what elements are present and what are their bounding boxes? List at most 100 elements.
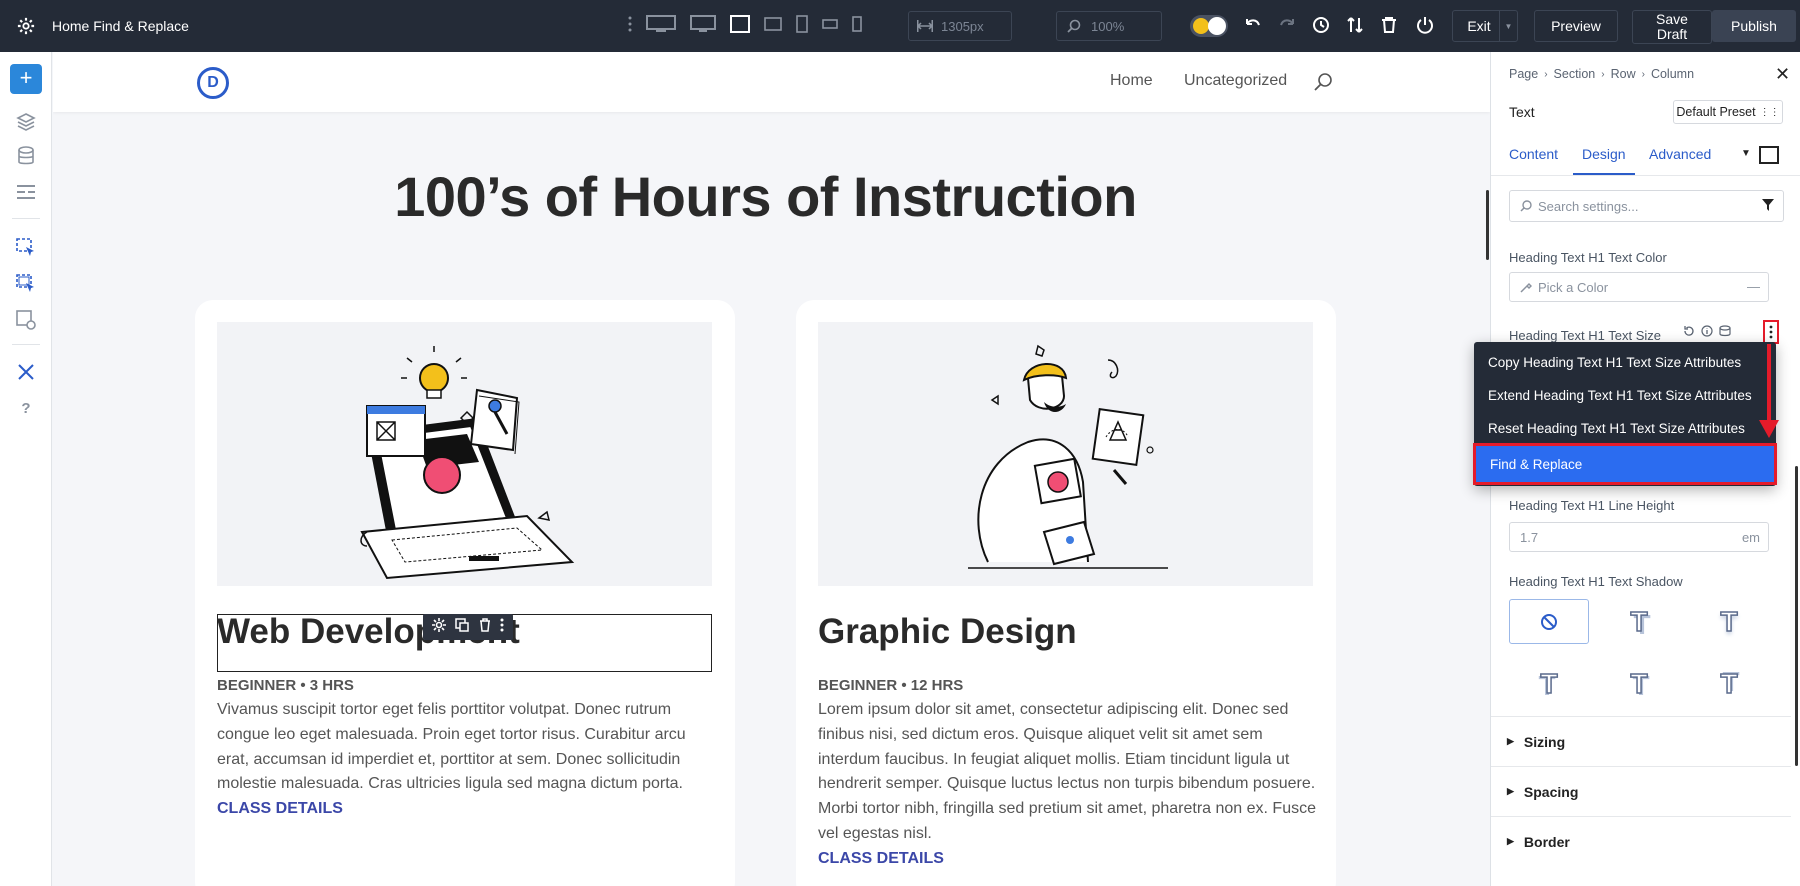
module-delete-icon[interactable]	[479, 617, 491, 637]
field-label: Heading Text H1 Text Color	[1509, 250, 1667, 265]
site-search-icon[interactable]	[1313, 72, 1333, 97]
field-label: Heading Text H1 Line Height	[1509, 498, 1675, 513]
phone-portrait-icon[interactable]	[852, 15, 862, 37]
desktop-active-icon[interactable]	[730, 14, 750, 38]
add-module-button[interactable]: +	[10, 64, 42, 94]
page-title: Home Find & Replace	[52, 18, 189, 34]
caret-right-icon: ▶	[1507, 736, 1514, 746]
settings-gear-icon[interactable]	[0, 0, 52, 52]
top-toolbar: Home Find & Replace 1305px 100% Exit ▼ P…	[0, 0, 1800, 52]
save-draft-button[interactable]: Save Draft	[1632, 10, 1712, 44]
course-card[interactable]: Web Development BEGINNER • 3 HRS Vivamus…	[195, 300, 735, 886]
chevron-right-icon: ›	[1601, 68, 1605, 80]
shadow-preset-option[interactable]: T	[1599, 599, 1679, 644]
class-details-link[interactable]: CLASS DETAILS	[217, 797, 717, 822]
select-cursor-icon[interactable]	[14, 236, 38, 260]
help-icon[interactable]: ?	[14, 396, 38, 420]
history-icon[interactable]	[1312, 16, 1330, 39]
shadow-preset-option[interactable]: T	[1689, 661, 1769, 706]
zoom-input[interactable]: 100%	[1056, 11, 1162, 41]
tools-icon[interactable]	[14, 360, 38, 384]
trash-icon[interactable]	[1380, 16, 1398, 39]
preset-selector[interactable]: Default Preset ⋮⋮	[1673, 100, 1783, 124]
layers-icon[interactable]	[14, 110, 38, 134]
template-icon[interactable]	[14, 308, 38, 332]
exit-button[interactable]: Exit ▼	[1452, 10, 1518, 42]
breadcrumb-column[interactable]: Column	[1651, 67, 1694, 81]
menu-item-find-replace[interactable]: Find & Replace	[1473, 443, 1777, 485]
color-picker-input[interactable]: Pick a Color —	[1509, 272, 1769, 302]
power-icon[interactable]	[1416, 16, 1434, 39]
desktop-wide-icon[interactable]	[646, 14, 676, 38]
class-details-link[interactable]: CLASS DETAILS	[818, 847, 1318, 872]
phone-landscape-icon[interactable]	[822, 17, 838, 35]
shadow-preset-option[interactable]: T	[1599, 661, 1679, 706]
desktop-icon[interactable]	[690, 14, 716, 38]
text-shadow-t-icon: T	[1630, 605, 1649, 638]
chevron-down-icon[interactable]: ▼	[1499, 11, 1517, 41]
device-switcher	[628, 0, 862, 52]
drag-handle-icon[interactable]	[628, 16, 632, 37]
settings-search-input[interactable]: Search settings...	[1509, 190, 1784, 222]
theme-toggle[interactable]	[1190, 15, 1228, 37]
panel-view-icon[interactable]	[1759, 146, 1779, 169]
field-actions	[1683, 324, 1731, 342]
close-icon[interactable]: ✕	[1775, 64, 1790, 85]
canvas-scrollbar[interactable]	[1486, 190, 1489, 260]
unit-label[interactable]: em	[1742, 530, 1760, 545]
database-icon[interactable]	[14, 144, 38, 168]
panel-scrollbar[interactable]	[1795, 466, 1798, 766]
breadcrumb-section[interactable]: Section	[1554, 67, 1596, 81]
publish-button[interactable]: Publish	[1712, 10, 1796, 42]
card-body-text: Vivamus suscipit tortor eget felis portt…	[217, 701, 686, 793]
nav-link-home[interactable]: Home	[1110, 72, 1153, 90]
menu-item-copy-attributes[interactable]: Copy Heading Text H1 Text Size Attribute…	[1474, 346, 1776, 379]
preview-button[interactable]: Preview	[1534, 10, 1618, 42]
tab-advanced[interactable]: Advanced	[1649, 146, 1711, 162]
info-icon[interactable]	[1701, 324, 1713, 342]
page-headline[interactable]: 100’s of Hours of Instruction	[53, 164, 1478, 229]
reset-icon[interactable]	[1683, 324, 1695, 342]
field-options-kebab-icon[interactable]	[1763, 320, 1779, 344]
text-shadow-t-icon: T	[1720, 667, 1739, 700]
no-shadow-icon	[1541, 613, 1557, 630]
filter-icon[interactable]	[1761, 198, 1775, 215]
caret-down-icon[interactable]: ▼	[1741, 148, 1751, 159]
site-logo[interactable]: D	[197, 67, 229, 99]
nav-link-uncategorized[interactable]: Uncategorized	[1184, 72, 1287, 90]
zoom-search-icon	[1067, 19, 1081, 33]
laptop-illustration	[217, 322, 712, 586]
breadcrumb-page[interactable]: Page	[1509, 67, 1538, 81]
section-sizing[interactable]: ▶ Sizing	[1491, 716, 1791, 766]
multi-select-icon[interactable]	[14, 272, 38, 296]
section-spacing[interactable]: ▶ Spacing	[1491, 766, 1791, 816]
course-card[interactable]: Graphic Design BEGINNER • 12 HRS Lorem i…	[796, 300, 1336, 886]
sort-arrows-icon[interactable]	[1346, 16, 1364, 39]
tablet-landscape-icon[interactable]	[764, 16, 782, 36]
canvas-width-input[interactable]: 1305px	[908, 11, 1012, 41]
redo-icon[interactable]	[1278, 16, 1296, 39]
module-more-icon[interactable]	[500, 618, 504, 637]
module-duplicate-icon[interactable]	[455, 617, 469, 637]
shadow-preset-option[interactable]: T	[1509, 661, 1589, 706]
shadow-none-option[interactable]	[1509, 599, 1589, 644]
breadcrumb-row[interactable]: Row	[1611, 67, 1636, 81]
tab-content[interactable]: Content	[1509, 146, 1558, 162]
eyedropper-icon	[1520, 282, 1532, 293]
designer-illustration	[818, 322, 1313, 586]
undo-icon[interactable]	[1244, 16, 1262, 39]
tablet-portrait-icon[interactable]	[796, 14, 808, 38]
annotation-arrow	[1767, 344, 1771, 424]
menu-item-extend-attributes[interactable]: Extend Heading Text H1 Text Size Attribu…	[1474, 379, 1776, 412]
tab-design[interactable]: Design	[1573, 146, 1635, 175]
card-title[interactable]: Graphic Design	[818, 612, 1077, 652]
clear-color-icon[interactable]: —	[1747, 279, 1760, 294]
shadow-preset-option[interactable]: T	[1689, 599, 1769, 644]
section-border[interactable]: ▶ Border	[1491, 816, 1791, 866]
line-height-input[interactable]: 1.7 em	[1509, 522, 1769, 552]
module-settings-icon[interactable]	[431, 617, 446, 637]
dynamic-content-icon[interactable]	[1719, 324, 1731, 342]
layout-icon[interactable]	[14, 180, 38, 204]
menu-item-reset-attributes[interactable]: Reset Heading Text H1 Text Size Attribut…	[1474, 412, 1776, 445]
card-meta: BEGINNER • 3 HRS	[217, 677, 354, 694]
